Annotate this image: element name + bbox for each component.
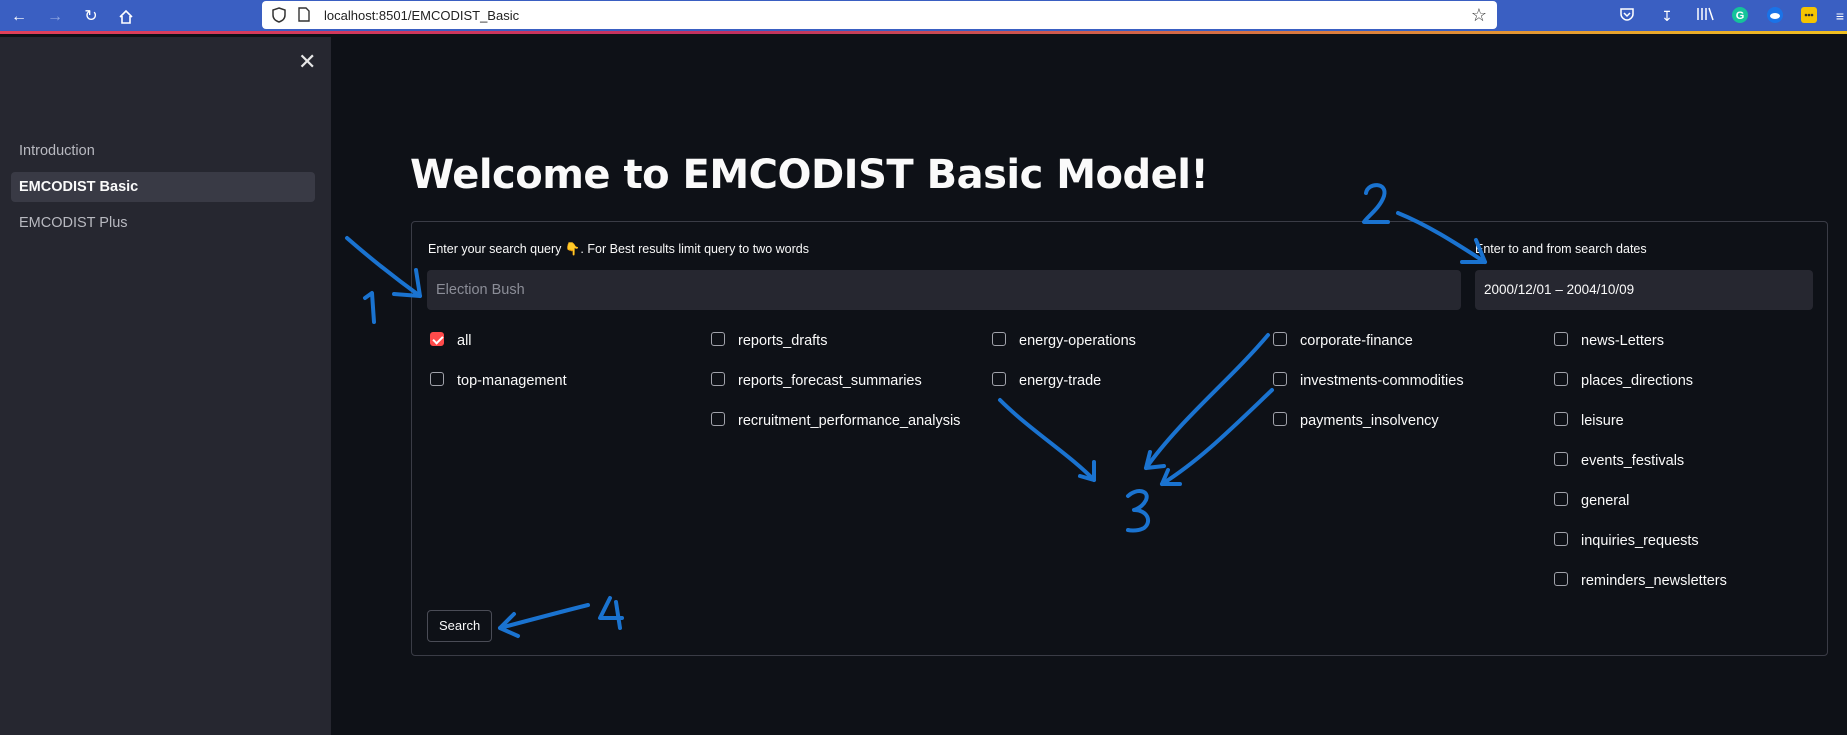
annotation-arrow-3a bbox=[998, 398, 1096, 482]
annotation-digit-3 bbox=[1126, 489, 1151, 533]
annotation-arrow-1 bbox=[345, 236, 422, 298]
annotation-digit-2 bbox=[1362, 183, 1390, 224]
annotation-arrow-3c bbox=[1160, 388, 1274, 486]
annotation-overlay bbox=[345, 183, 1487, 638]
annotation-arrow-2 bbox=[1396, 211, 1487, 264]
annotation-digit-4 bbox=[598, 596, 624, 630]
annotation-digit-1 bbox=[363, 291, 376, 324]
